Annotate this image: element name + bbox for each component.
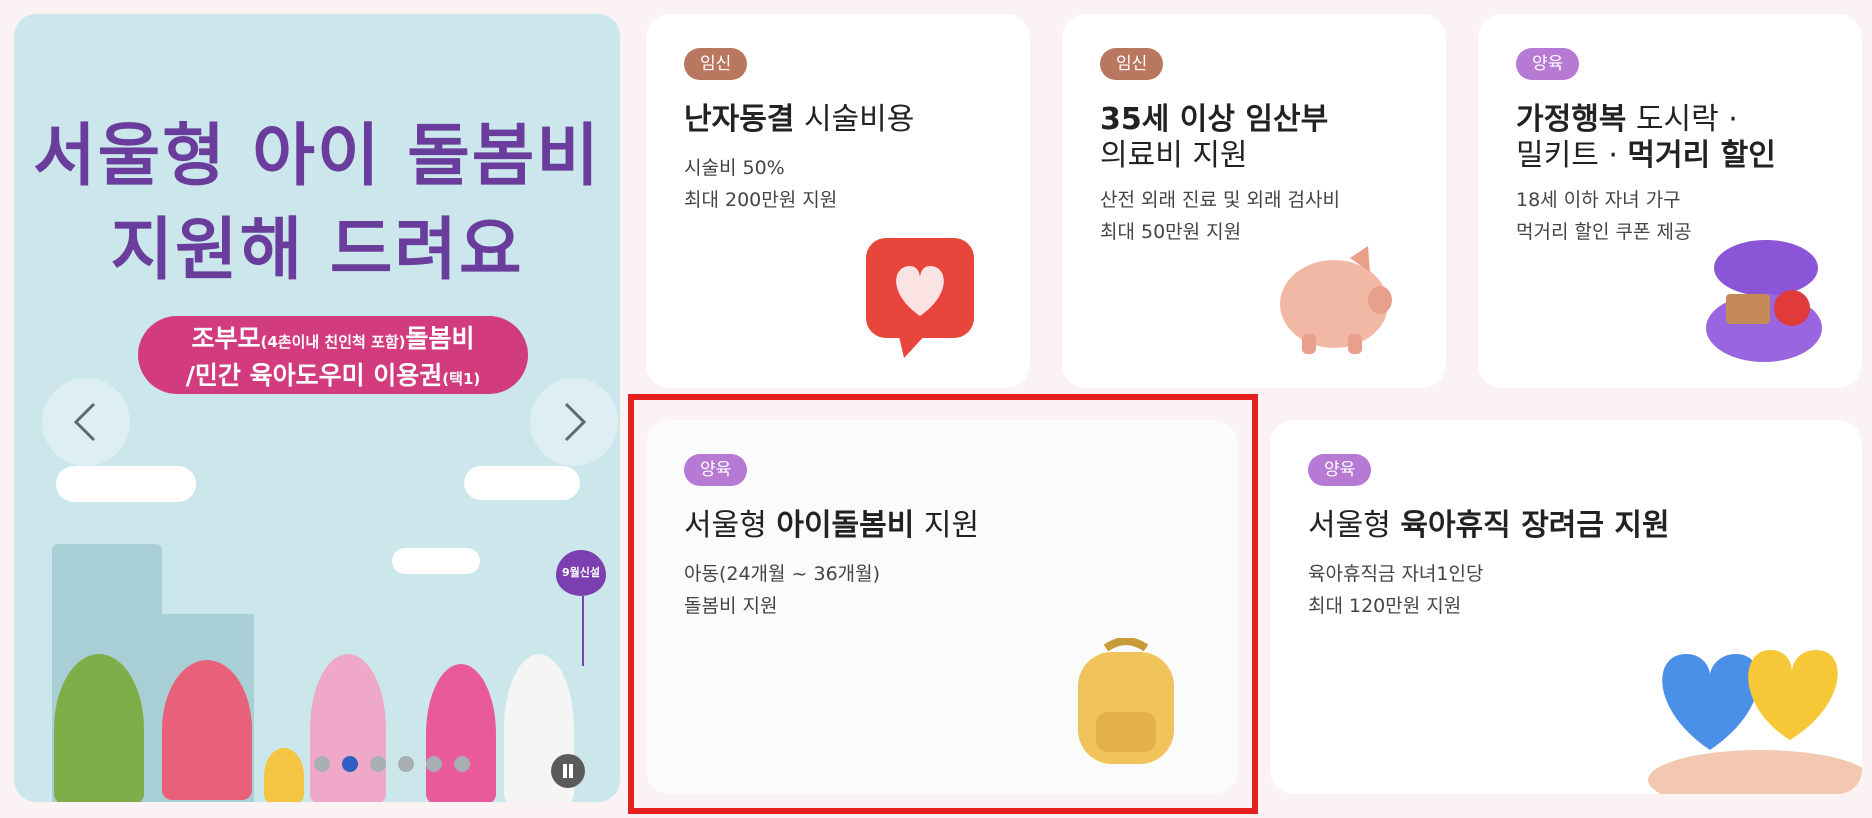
card-title: 35세 이상 임산부 — [1100, 102, 1329, 137]
lunchbox-icon — [1706, 240, 1822, 362]
grandfather-illustration — [54, 654, 144, 802]
cloud-illustration — [392, 548, 480, 574]
card-title-line2: 의료비 지원 — [1100, 138, 1248, 173]
category-tag: 양육 — [1308, 454, 1372, 486]
banner-subtitle-pill: 조부모(4촌이내 친인척 포함)돌봄비 /민간 육아도우미 이용권(택1) — [138, 316, 528, 394]
card-desc-2: 최대 120만원 지원 — [1308, 595, 1462, 617]
chevron-left-icon — [73, 402, 96, 442]
mother-illustration — [310, 654, 386, 802]
banner-title: 서울형 아이 돌봄비 지원해 드려요 — [33, 117, 601, 290]
card-desc-1: 시술비 50% — [684, 157, 785, 179]
piggy-bank-icon — [1280, 246, 1392, 354]
carousel-dot[interactable] — [398, 756, 414, 772]
carousel-indicators — [314, 756, 470, 772]
category-tag: 임신 — [684, 48, 748, 80]
chevron-right-icon — [564, 402, 587, 442]
card-desc-1: 18세 이하 자녀 가구 — [1516, 189, 1681, 211]
cloud-illustration — [56, 466, 196, 502]
cloud-illustration — [464, 466, 580, 500]
card-title: 가정행복 도시락 · — [1516, 102, 1738, 137]
child-illustration — [264, 748, 304, 802]
carousel-dot-active[interactable] — [342, 756, 358, 772]
carousel-dot[interactable] — [454, 756, 470, 772]
card-title: 서울형 육아휴직 장려금 지원 — [1308, 508, 1670, 543]
benefit-card-parental-leave[interactable]: 양육 서울형 육아휴직 장려금 지원 육아휴직금 자녀1인당 최대 120만원 … — [1270, 420, 1862, 794]
category-tag: 임신 — [1100, 48, 1164, 80]
woman-illustration — [426, 664, 496, 802]
carousel-dot[interactable] — [370, 756, 386, 772]
pause-icon[interactable] — [551, 754, 585, 788]
carousel-next-button[interactable] — [530, 378, 618, 466]
category-tag: 양육 — [1516, 48, 1580, 80]
benefit-card-pregnant-medical[interactable]: 임신 35세 이상 임산부 의료비 지원 산전 외래 진료 및 외래 검사비 최… — [1062, 14, 1446, 388]
card-desc-2: 먹거리 할인 쿠폰 제공 — [1516, 221, 1692, 243]
balloon-string — [582, 596, 584, 666]
carousel-dot[interactable] — [426, 756, 442, 772]
selection-highlight — [628, 394, 1258, 814]
heart-chat-icon — [866, 238, 974, 358]
card-title: 난자동결 시술비용 — [684, 102, 915, 137]
card-desc-1: 산전 외래 진료 및 외래 검사비 — [1100, 189, 1340, 211]
card-title-line2: 밀키트 · 먹거리 할인 — [1516, 138, 1776, 173]
promo-banner[interactable]: 서울형 아이 돌봄비 지원해 드려요 조부모(4촌이내 친인척 포함)돌봄비 /… — [14, 14, 620, 802]
balloon-badge: 9월신설 — [556, 550, 606, 596]
carousel-dot[interactable] — [314, 756, 330, 772]
carousel-prev-button[interactable] — [42, 378, 130, 466]
card-desc-2: 최대 200만원 지원 — [684, 189, 838, 211]
card-desc-2: 최대 50만원 지원 — [1100, 221, 1242, 243]
grandmother-illustration — [162, 660, 252, 800]
benefit-card-egg-freezing[interactable]: 임신 난자동결 시술비용 시술비 50% 최대 200만원 지원 — [646, 14, 1030, 388]
card-desc-1: 육아휴직금 자녀1인당 — [1308, 563, 1484, 585]
hearts-in-hands-icon — [1648, 650, 1862, 794]
benefit-card-family-meal[interactable]: 양육 가정행복 도시락 · 밀키트 · 먹거리 할인 18세 이하 자녀 가구 … — [1478, 14, 1862, 388]
